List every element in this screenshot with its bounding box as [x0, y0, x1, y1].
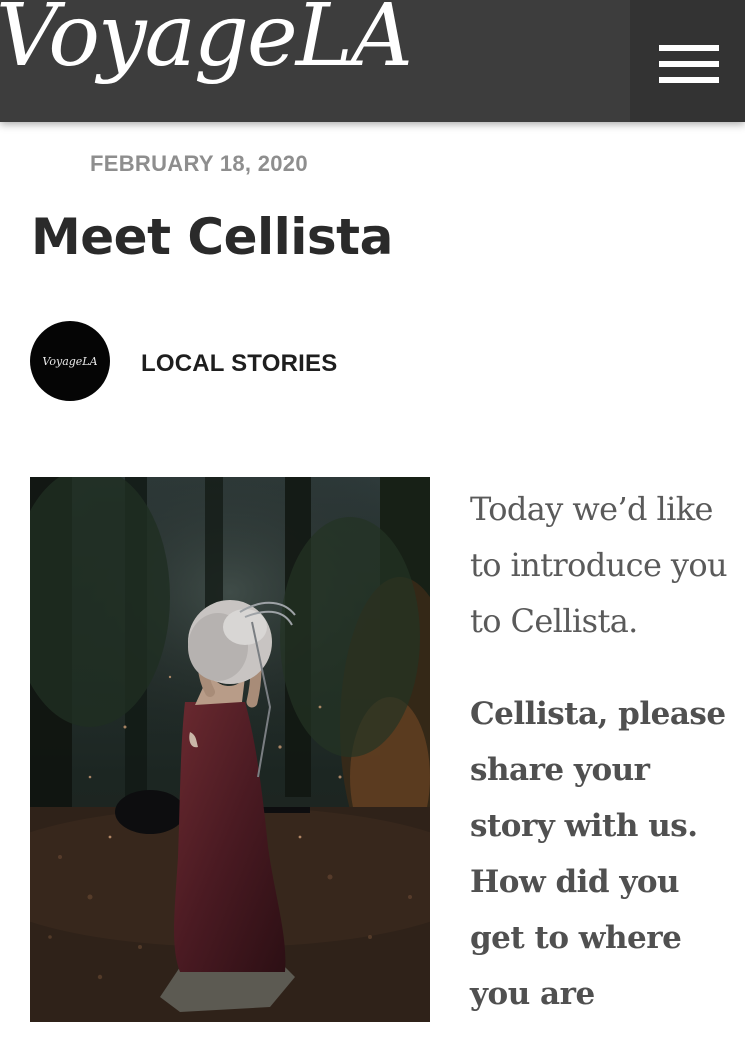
- author-avatar[interactable]: VoyageLA: [30, 321, 110, 401]
- hamburger-menu-icon: [659, 77, 719, 83]
- menu-button[interactable]: [630, 0, 745, 122]
- interview-question: Cellista, please share your story with u…: [470, 696, 726, 1012]
- category-link[interactable]: LOCAL STORIES: [141, 350, 337, 378]
- article-title: Meet Cellista: [31, 208, 393, 266]
- article-photo: [30, 477, 430, 1022]
- article-date: FEBRUARY 18, 2020: [90, 151, 308, 176]
- site-logo[interactable]: VoyageLA: [0, 0, 413, 86]
- hamburger-menu-icon: [659, 45, 719, 51]
- hamburger-menu-icon: [659, 61, 719, 67]
- site-header: VoyageLA: [0, 0, 745, 122]
- article-intro: Today we’d like to introduce you to Cell…: [470, 490, 728, 640]
- avatar-logo-text: VoyageLA: [42, 354, 98, 368]
